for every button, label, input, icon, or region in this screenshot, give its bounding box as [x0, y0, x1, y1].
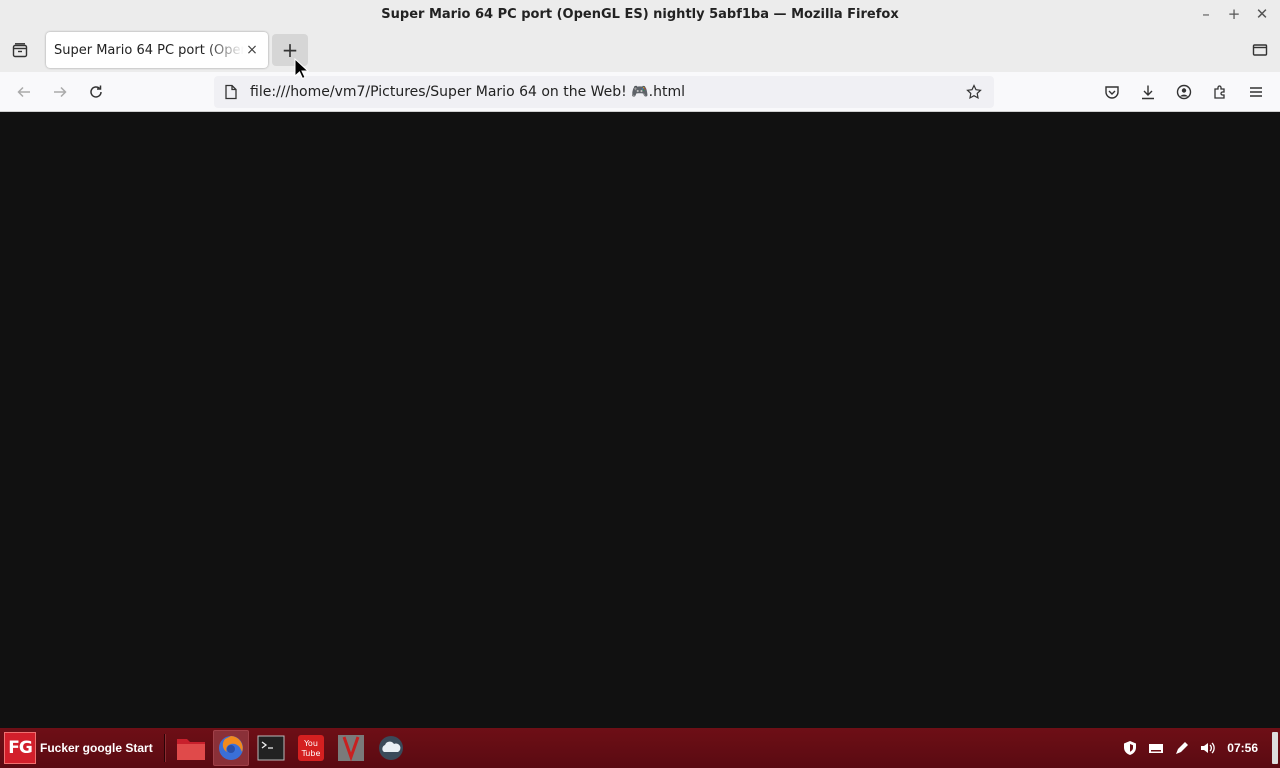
window-titlebar: Super Mario 64 PC port (OpenGL ES) night…: [0, 0, 1280, 28]
navigation-toolbar: file:///home/vm7/Pictures/Super Mario 64…: [0, 72, 1280, 112]
launcher-firefox[interactable]: [213, 730, 249, 766]
svg-text:You: You: [303, 739, 318, 748]
launcher-terminal[interactable]: [253, 730, 289, 766]
tab-active[interactable]: Super Mario 64 PC port (OpenGL ES) night…: [46, 32, 268, 68]
back-button[interactable]: [12, 80, 36, 104]
app-menu-button[interactable]: [1244, 80, 1268, 104]
url-text[interactable]: file:///home/vm7/Pictures/Super Mario 64…: [250, 84, 964, 100]
reload-button[interactable]: [84, 80, 108, 104]
star-icon: [966, 84, 982, 100]
puzzle-icon: [1214, 85, 1225, 99]
page-content[interactable]: [0, 113, 1280, 728]
pocket-button[interactable]: [1100, 80, 1124, 104]
close-window-button[interactable]: ✕: [1248, 5, 1276, 23]
launcher-app[interactable]: [333, 730, 369, 766]
account-icon: [1176, 84, 1192, 100]
app-icon: [338, 735, 364, 762]
clock[interactable]: 07:56: [1227, 741, 1258, 755]
firefox-view-icon: [12, 43, 28, 58]
bookmark-star-button[interactable]: [964, 82, 984, 102]
shield-icon: [1124, 741, 1137, 755]
system-tray: 07:56: [1117, 728, 1280, 768]
keyboard-icon: [1149, 744, 1164, 753]
downloads-button[interactable]: [1136, 80, 1160, 104]
pen-icon: [1176, 742, 1189, 754]
window-title: Super Mario 64 PC port (OpenGL ES) night…: [381, 6, 899, 22]
tray-keyboard[interactable]: [1143, 728, 1169, 768]
tray-shield[interactable]: [1117, 728, 1143, 768]
show-desktop-button[interactable]: [1272, 732, 1278, 764]
tab-strip: Super Mario 64 PC port (OpenGL ES) night…: [0, 28, 1280, 72]
maximize-button[interactable]: +: [1220, 5, 1248, 23]
start-label: Fucker google Start: [40, 741, 153, 755]
back-arrow-icon: [17, 86, 30, 98]
start-button[interactable]: FG Fucker google Start: [0, 728, 153, 768]
page-icon: [225, 84, 237, 100]
svg-text:Tube: Tube: [301, 749, 321, 758]
tab-title: Super Mario 64 PC port (OpenGL ES) night…: [54, 42, 244, 58]
launcher-files[interactable]: [173, 730, 209, 766]
pocket-icon: [1105, 86, 1119, 99]
list-all-tabs-button[interactable]: [1250, 40, 1270, 60]
taskbar-separator: [164, 734, 166, 762]
launcher-youtube[interactable]: You Tube: [293, 730, 329, 766]
hamburger-menu-icon: [1250, 87, 1262, 97]
forward-arrow-icon: [54, 86, 67, 98]
reload-icon: [90, 85, 102, 98]
youtube-icon: You Tube: [298, 735, 324, 761]
window-controls: – + ✕: [1192, 0, 1276, 28]
folder-tabs-icon: [1252, 44, 1268, 56]
cloud-icon: [379, 736, 403, 760]
taskbar: FG Fucker google Start You Tube 07:56: [0, 728, 1280, 768]
download-icon: [1142, 85, 1154, 100]
tray-volume[interactable]: [1195, 728, 1221, 768]
folder-icon: [177, 739, 205, 760]
extensions-button[interactable]: [1208, 80, 1232, 104]
terminal-icon: [257, 735, 285, 761]
minimize-button[interactable]: –: [1192, 5, 1220, 23]
mouse-cursor-icon: [294, 58, 310, 80]
tab-close-button[interactable]: ×: [244, 42, 260, 58]
firefox-view-button[interactable]: [8, 38, 32, 62]
launcher-cloud[interactable]: [373, 730, 409, 766]
start-logo: FG: [4, 732, 36, 764]
firefox-icon: [219, 736, 243, 760]
volume-icon: [1201, 742, 1216, 754]
url-bar[interactable]: file:///home/vm7/Pictures/Super Mario 64…: [214, 76, 994, 108]
tray-pen[interactable]: [1169, 728, 1195, 768]
forward-button[interactable]: [48, 80, 72, 104]
account-button[interactable]: [1172, 80, 1196, 104]
